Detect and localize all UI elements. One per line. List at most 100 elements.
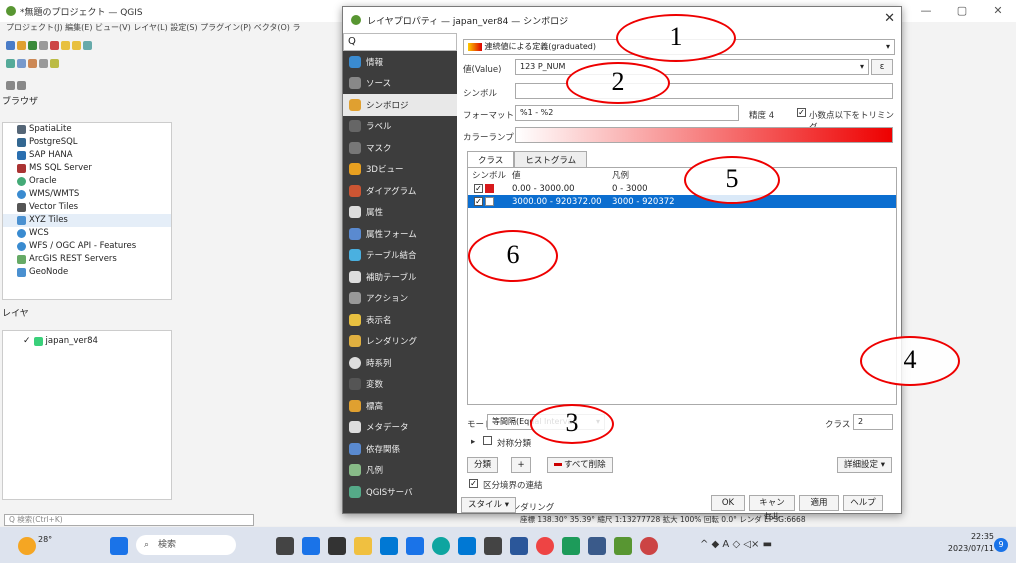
chrome-icon[interactable] — [536, 537, 554, 555]
zoom-out-icon[interactable] — [72, 40, 81, 50]
app-icon[interactable] — [380, 537, 398, 555]
filter-icon[interactable] — [17, 80, 26, 90]
browser-item-arcgis[interactable]: ArcGIS REST Servers — [3, 253, 171, 266]
new-project-icon[interactable] — [6, 40, 15, 50]
taskbar-search[interactable]: ⌕ 検索 — [136, 535, 236, 555]
expand-arrow-icon[interactable]: ▸ — [471, 437, 475, 447]
trim-checkbox[interactable]: ✓ — [797, 108, 806, 117]
cat-dependencies[interactable]: 依存関係 — [343, 438, 457, 460]
app-icon[interactable] — [328, 537, 346, 555]
clock[interactable]: 22:35 2023/07/11 — [948, 531, 994, 555]
tray-icons[interactable]: ^ ◆ A ◇ ◁× ▬ — [700, 539, 772, 550]
link-boundaries-checkbox[interactable]: ✓ — [469, 479, 478, 488]
add-raster-icon[interactable] — [28, 58, 37, 68]
help-button[interactable]: ヘルプ — [843, 495, 883, 511]
cat-temporal[interactable]: 時系列 — [343, 352, 457, 374]
symbol-swatch[interactable] — [485, 197, 494, 206]
advanced-button[interactable]: 詳細設定 ▾ — [837, 457, 892, 473]
cat-display[interactable]: 表示名 — [343, 309, 457, 331]
qgis-taskbar-icon[interactable] — [614, 537, 632, 555]
legend-format-input[interactable]: %1 - %2 — [515, 105, 739, 121]
class-checkbox[interactable]: ✓ — [474, 197, 483, 206]
classes-spinbox[interactable]: 2 — [853, 414, 893, 430]
cat-elevation[interactable]: 標高 — [343, 395, 457, 417]
cat-attributes-form[interactable]: 属性フォーム — [343, 223, 457, 245]
symbol-swatch[interactable] — [485, 184, 494, 193]
header-value[interactable]: 値 — [512, 169, 612, 181]
layer-item[interactable]: ✓ japan_ver84 — [3, 335, 171, 348]
table-row[interactable]: ✓ 0.00 - 3000.00 0 - 3000 — [468, 182, 896, 195]
start-icon[interactable] — [110, 537, 128, 555]
check-icon[interactable]: ✓ — [23, 335, 31, 348]
add-class-button[interactable]: + — [511, 457, 531, 473]
zoom-in-icon[interactable] — [61, 40, 70, 50]
app-icon[interactable] — [276, 537, 294, 555]
app-icon[interactable] — [562, 537, 580, 555]
cat-3d-view[interactable]: 3Dビュー — [343, 159, 457, 181]
cat-legend[interactable]: 凡例 — [343, 460, 457, 482]
symmetric-checkbox[interactable] — [483, 436, 492, 445]
browser-item-postgresql[interactable]: PostgreSQL — [3, 136, 171, 149]
class-checkbox[interactable]: ✓ — [474, 184, 483, 193]
cat-variables[interactable]: 変数 — [343, 374, 457, 396]
cat-diagrams[interactable]: ダイアグラム — [343, 180, 457, 202]
cancel-button[interactable]: キャンセル — [749, 495, 795, 522]
cat-rendering[interactable]: レンダリング — [343, 331, 457, 353]
cat-information[interactable]: 情報 — [343, 51, 457, 73]
browser-item-wcs[interactable]: WCS — [3, 227, 171, 240]
color-ramp-select[interactable] — [515, 127, 893, 143]
cat-source[interactable]: ソース — [343, 73, 457, 95]
dialog-close-button[interactable]: ✕ — [884, 11, 895, 26]
browser-item-wfs[interactable]: WFS / OGC API - Features — [3, 240, 171, 253]
delete-all-button[interactable]: すべて削除 — [547, 457, 613, 473]
browser-item-spatialite[interactable]: SpatiaLite — [3, 123, 171, 136]
cat-metadata[interactable]: メタデータ — [343, 417, 457, 439]
browser-item-mssql[interactable]: MS SQL Server — [3, 162, 171, 175]
open-icon[interactable] — [17, 40, 26, 50]
cat-qgis-server[interactable]: QGISサーバ — [343, 481, 457, 503]
browser-item-geonode[interactable]: GeoNode — [3, 266, 171, 279]
app-icon[interactable] — [588, 537, 606, 555]
cat-fields[interactable]: 属性 — [343, 202, 457, 224]
word-icon[interactable] — [510, 537, 528, 555]
panel-icon[interactable] — [6, 80, 15, 90]
cat-symbology[interactable]: シンボロジ — [343, 94, 457, 116]
browser-item-wms[interactable]: WMS/WMTS — [3, 188, 171, 201]
value-select[interactable]: 123 P_NUM ▾ — [515, 59, 869, 75]
cat-actions[interactable]: アクション — [343, 288, 457, 310]
app-icon[interactable] — [640, 537, 658, 555]
header-symbol[interactable]: シンボル — [472, 169, 512, 181]
locator-input[interactable]: Q 検索(Ctrl+K) — [4, 514, 254, 526]
close-button[interactable]: ✕ — [980, 0, 1016, 22]
cat-mask[interactable]: マスク — [343, 137, 457, 159]
save-icon[interactable] — [28, 40, 37, 50]
notification-badge[interactable]: 9 — [994, 538, 1008, 552]
tab-classes[interactable]: クラス — [467, 151, 515, 168]
menu-bar[interactable]: プロジェクト(J) 編集(E) ビュー(V) レイヤ(L) 設定(S) プラグイ… — [0, 22, 350, 36]
maximize-button[interactable]: ▢ — [944, 0, 980, 22]
header-legend[interactable]: 凡例 — [612, 169, 629, 181]
folder-icon[interactable] — [354, 537, 372, 555]
print-icon[interactable] — [39, 40, 48, 50]
pan-icon[interactable] — [50, 40, 59, 50]
ok-button[interactable]: OK — [711, 495, 745, 511]
cat-auxiliary-storage[interactable]: 補助テーブル — [343, 266, 457, 288]
app-icon[interactable] — [484, 537, 502, 555]
app-icon[interactable] — [406, 537, 424, 555]
expression-button[interactable]: ε — [871, 59, 893, 75]
browser-item-xyz-tiles[interactable]: XYZ Tiles — [3, 214, 171, 227]
edit-icon[interactable] — [39, 58, 48, 68]
digitize-icon[interactable] — [50, 58, 59, 68]
style-button[interactable]: スタイル ▾ — [461, 497, 516, 513]
browser-item-saphana[interactable]: SAP HANA — [3, 149, 171, 162]
edge-icon[interactable] — [432, 537, 450, 555]
cat-joins[interactable]: テーブル結合 — [343, 245, 457, 267]
add-vector-icon[interactable] — [17, 58, 26, 68]
browser-item-vector-tiles[interactable]: Vector Tiles — [3, 201, 171, 214]
apply-button[interactable]: 適用 — [799, 495, 839, 511]
refresh-icon[interactable] — [83, 40, 92, 50]
category-search-input[interactable]: Q — [343, 33, 457, 51]
classify-button[interactable]: 分類 — [467, 457, 499, 473]
minimize-button[interactable]: — — [908, 0, 944, 22]
weather-icon[interactable] — [18, 537, 36, 555]
